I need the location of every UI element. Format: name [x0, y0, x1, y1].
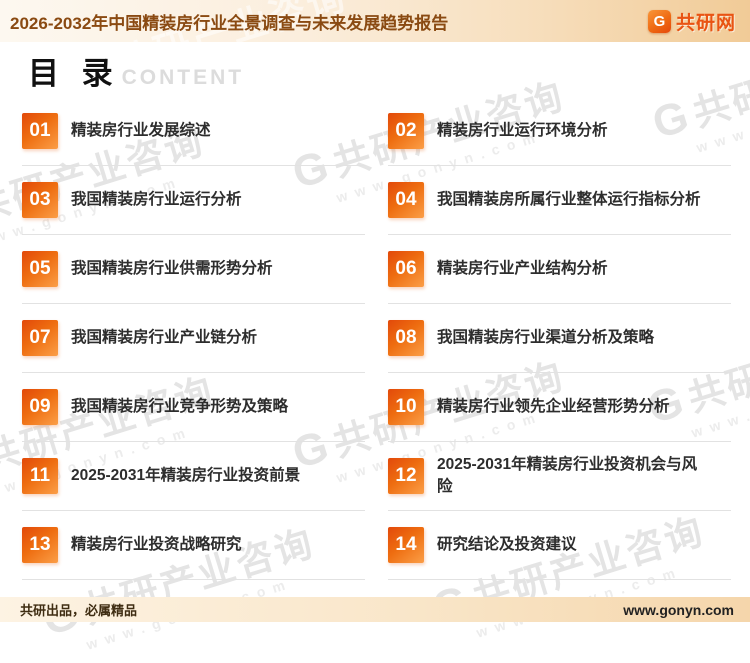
toc-item-label: 我国精装房行业运行分析 [71, 189, 242, 211]
toc-item-number-badge: 08 [388, 320, 424, 356]
toc-item-label: 我国精装房行业产业链分析 [71, 327, 257, 349]
toc-item-number-badge: 01 [22, 113, 58, 149]
toc-item-number-badge: 05 [22, 251, 58, 287]
toc-item-07: 07 我国精装房行业产业链分析 [22, 304, 365, 373]
toc-item-label: 我国精装房行业渠道分析及策略 [437, 327, 654, 349]
toc-item-number-badge: 10 [388, 389, 424, 425]
toc-item-label: 2025-2031年精装房行业投资前景 [71, 465, 300, 487]
toc-item-05: 05 我国精装房行业供需形势分析 [22, 235, 365, 304]
logo-text: 共研网 [676, 8, 736, 35]
toc-item-label: 2025-2031年精装房行业投资机会与风险 [437, 454, 702, 499]
logo-g-icon: G [648, 10, 671, 33]
toc-item-number-badge: 13 [22, 527, 58, 563]
toc-item-04: 04 我国精装房所属行业整体运行指标分析 [388, 166, 731, 235]
toc-grid: 01 精装房行业发展综述 02 精装房行业运行环境分析 03 我国精装房行业运行… [22, 97, 731, 580]
footer-slogan: 共研出品，必属精品 [20, 600, 137, 619]
toc-heading-en: CONTENT [122, 66, 245, 90]
watermark-logo-glyph: G [69, 41, 119, 42]
toc-item-12: 12 2025-2031年精装房行业投资机会与风险 [388, 442, 731, 511]
toc-item-13: 13 精装房行业投资战略研究 [22, 511, 365, 580]
toc-item-number-badge: 14 [388, 527, 424, 563]
toc-item-06: 06 精装房行业产业结构分析 [388, 235, 731, 304]
toc-item-number-badge: 09 [22, 389, 58, 425]
toc-heading: 目 录 CONTENT [28, 48, 244, 93]
toc-item-11: 11 2025-2031年精装房行业投资前景 [22, 442, 365, 511]
toc-item-number-badge: 12 [388, 458, 424, 494]
toc-item-number-badge: 02 [388, 113, 424, 149]
toc-item-label: 我国精装房行业竞争形势及策略 [71, 396, 288, 418]
toc-item-09: 09 我国精装房行业竞争形势及策略 [22, 373, 365, 442]
toc-item-label: 精装房行业发展综述 [71, 120, 211, 142]
toc-item-label: 精装房行业领先企业经营形势分析 [437, 396, 670, 418]
brand-logo[interactable]: G 共研网 [648, 8, 736, 35]
toc-item-number-badge: 11 [22, 458, 58, 494]
toc-item-14: 14 研究结论及投资建议 [388, 511, 731, 580]
toc-item-label: 精装房行业产业结构分析 [437, 258, 608, 280]
toc-item-label: 精装房行业投资战略研究 [71, 534, 242, 556]
footer-bar: 共研出品，必属精品 www.gonyn.com [0, 597, 750, 622]
header-bar: G共研产业咨询 2026-2032年中国精装房行业全景调查与未来发展趋势报告 G… [0, 0, 750, 42]
footer-website-link[interactable]: www.gonyn.com [623, 602, 734, 618]
toc-heading-cn: 目 录 [28, 48, 120, 93]
toc-item-02: 02 精装房行业运行环境分析 [388, 97, 731, 166]
toc-item-01: 01 精装房行业发展综述 [22, 97, 365, 166]
toc-item-number-badge: 04 [388, 182, 424, 218]
toc-item-number-badge: 06 [388, 251, 424, 287]
toc-item-number-badge: 07 [22, 320, 58, 356]
toc-item-label: 研究结论及投资建议 [437, 534, 577, 556]
toc-item-08: 08 我国精装房行业渠道分析及策略 [388, 304, 731, 373]
toc-item-number-badge: 03 [22, 182, 58, 218]
toc-item-label: 精装房行业运行环境分析 [437, 120, 608, 142]
toc-item-03: 03 我国精装房行业运行分析 [22, 166, 365, 235]
report-title: 2026-2032年中国精装房行业全景调查与未来发展趋势报告 [10, 9, 448, 34]
toc-item-label: 我国精装房所属行业整体运行指标分析 [437, 189, 701, 211]
toc-item-10: 10 精装房行业领先企业经营形势分析 [388, 373, 731, 442]
toc-item-label: 我国精装房行业供需形势分析 [71, 258, 273, 280]
